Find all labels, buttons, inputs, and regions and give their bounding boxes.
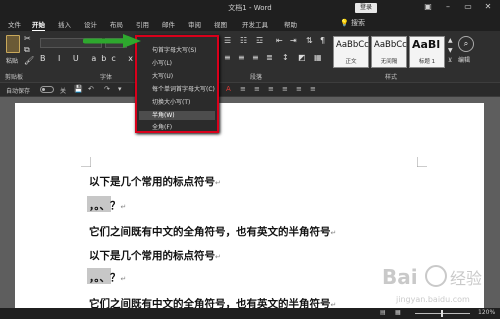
doc-paragraph[interactable]: ，。、？↵ [89, 270, 126, 285]
web-layout-icon[interactable]: ▦ [395, 309, 401, 316]
format-painter-icon[interactable]: 🖌 [24, 56, 34, 65]
margin-corner-mark [417, 157, 427, 167]
customize-toolbar-icon[interactable]: ▾ [118, 85, 122, 93]
tab-references[interactable]: 引用 [136, 19, 149, 29]
margin-corner-mark [81, 157, 91, 167]
tab-design[interactable]: 设计 [84, 19, 97, 29]
editing-label[interactable]: 编辑 [458, 55, 470, 64]
autosave-state: 关 [60, 88, 67, 95]
svg-text:经验: 经验 [450, 269, 482, 288]
align-toolbar-icon[interactable]: ≡ [282, 85, 288, 93]
sort-icon[interactable]: ⇅ [306, 36, 313, 45]
font-color-icon[interactable]: A [226, 85, 231, 93]
undo-icon[interactable]: ↶ [88, 85, 94, 93]
tab-mailings[interactable]: 邮件 [162, 19, 175, 29]
tab-help[interactable]: 帮助 [284, 19, 297, 29]
style-sample: AaBbCc [336, 40, 369, 50]
save-icon[interactable]: 💾 [74, 85, 83, 93]
increase-indent-icon[interactable]: ⇥ [290, 36, 297, 45]
tab-insert[interactable]: 插入 [58, 19, 71, 29]
login-button[interactable]: 登录 [355, 3, 377, 13]
green-arrow-icon [83, 34, 141, 48]
svg-text:jingyan.baidu.com: jingyan.baidu.com [395, 295, 470, 304]
tab-home[interactable]: 开始 [32, 19, 45, 32]
shading-icon[interactable]: ◩ [298, 53, 306, 62]
align-toolbar-icon[interactable]: ≡ [240, 85, 246, 93]
change-case-menu: 句首字母大写(S) 小写(L) 大写(U) 每个单词首字母大写(C) 切换大小写… [135, 35, 219, 133]
group-font-label: 字体 [100, 74, 113, 81]
style-sample: AaBl [412, 38, 441, 51]
cut-icon[interactable]: ✂ [24, 34, 31, 43]
copy-icon[interactable]: ⧉ [24, 45, 30, 55]
align-left-icon[interactable]: ≡ [224, 53, 231, 62]
quick-access-toolbar: 自动保存 关 💾 ↶ ↷ ▾ A ≡ ≡ ≡ ≡ ≡ ≡ [0, 83, 500, 97]
lightbulb-icon: 💡 [340, 19, 349, 27]
svg-text:Bai: Bai [382, 265, 418, 289]
editing-search-icon[interactable]: ⌕ [458, 36, 474, 52]
close-button[interactable]: ✕ [480, 2, 496, 11]
tab-developer[interactable]: 开发工具 [242, 19, 268, 29]
zoom-level[interactable]: 120% [478, 309, 495, 316]
minimize-button[interactable]: – [440, 2, 456, 11]
align-right-icon[interactable]: ≡ [252, 53, 259, 62]
paste-icon[interactable] [6, 35, 20, 53]
styles-more-icon[interactable]: ⊻ [448, 57, 452, 64]
style-name: 正文 [345, 59, 357, 65]
numbering-icon[interactable]: ☷ [240, 36, 247, 45]
title-bar: 文档1 - Word 登录 ▣ – ▭ ✕ [0, 0, 500, 17]
justify-icon[interactable]: ≣ [266, 53, 273, 62]
autosave-toggle[interactable] [40, 86, 54, 93]
tab-file[interactable]: 文件 [8, 19, 21, 29]
group-clipboard-label: 剪贴板 [5, 74, 24, 81]
borders-icon[interactable]: ▦ [314, 53, 322, 62]
align-toolbar-icon[interactable]: ≡ [296, 85, 302, 93]
menu-item-sentence-case[interactable]: 句首字母大写(S) [139, 46, 215, 55]
bullets-icon[interactable]: ☰ [224, 36, 231, 45]
align-toolbar-icon[interactable]: ≡ [268, 85, 274, 93]
doc-paragraph[interactable]: ，。、？↵ [89, 198, 126, 213]
style-heading-1[interactable]: AaBl 标题 1 [409, 36, 445, 68]
restore-button[interactable]: ▭ [460, 2, 476, 11]
show-marks-icon[interactable]: ¶ [320, 36, 325, 45]
styles-scroll-up-icon[interactable]: ▲ [448, 37, 453, 44]
menu-item-lowercase[interactable]: 小写(L) [139, 59, 215, 68]
align-toolbar-icon[interactable]: ≡ [310, 85, 316, 93]
style-name: 无间隔 [380, 59, 398, 65]
ribbon-tabs: 文件 开始 插入 设计 布局 引用 邮件 审阅 视图 开发工具 帮助 💡 搜索 [0, 17, 500, 32]
line-spacing-icon[interactable]: ↕ [282, 53, 289, 62]
tell-me-search[interactable]: 💡 搜索 [340, 18, 365, 28]
style-no-spacing[interactable]: AaBbCc 无间隔 [371, 36, 407, 68]
style-name: 标题 1 [418, 59, 436, 65]
menu-item-capitalize-each-word[interactable]: 每个单词首字母大写(C) [139, 85, 215, 94]
doc-paragraph[interactable]: 它们之间既有中文的全角符号，也有英文的半角符号↵ [89, 224, 336, 239]
ribbon: 粘贴 ✂ ⧉ 🖌 Aa A̶ 文 Ⓐ B I U abc x₂ x² A ☰ ☷… [0, 31, 500, 83]
view-mode-icon[interactable]: ▤ [380, 309, 386, 316]
tab-review[interactable]: 审阅 [188, 19, 201, 29]
align-center-icon[interactable]: ≡ [238, 53, 245, 62]
menu-item-uppercase[interactable]: 大写(U) [139, 72, 215, 81]
status-bar: ▤ ▦ 120% [0, 308, 500, 319]
menu-item-half-width[interactable]: 半角(W) [139, 111, 215, 120]
doc-paragraph[interactable]: 以下是几个常用的标点符号↵ [89, 174, 221, 189]
menu-item-full-width[interactable]: 全角(F) [139, 123, 215, 132]
doc-paragraph[interactable]: 以下是几个常用的标点符号↵ [89, 248, 221, 263]
autosave-label: 自动保存 [6, 88, 31, 95]
multilevel-list-icon[interactable]: ☲ [256, 36, 263, 45]
style-sample: AaBbCc [374, 40, 407, 50]
ribbon-display-icon[interactable]: ▣ [420, 2, 436, 11]
align-toolbar-icon[interactable]: ≡ [254, 85, 260, 93]
baidu-jingyan-watermark: Bai 经验 jingyan.baidu.com [382, 265, 482, 304]
style-normal[interactable]: AaBbCc 正文 [333, 36, 369, 68]
redo-icon[interactable]: ↷ [104, 85, 110, 93]
decrease-indent-icon[interactable]: ⇤ [276, 36, 283, 45]
menu-item-toggle-case[interactable]: 切换大小写(T) [139, 98, 215, 107]
group-paragraph-label: 段落 [250, 74, 263, 81]
tab-view[interactable]: 视图 [214, 19, 227, 29]
group-styles-label: 样式 [385, 74, 398, 81]
zoom-slider-thumb[interactable] [441, 310, 443, 317]
paste-label[interactable]: 粘贴 [6, 56, 18, 65]
tab-layout[interactable]: 布局 [110, 19, 123, 29]
styles-scroll-down-icon[interactable]: ▼ [448, 47, 453, 54]
